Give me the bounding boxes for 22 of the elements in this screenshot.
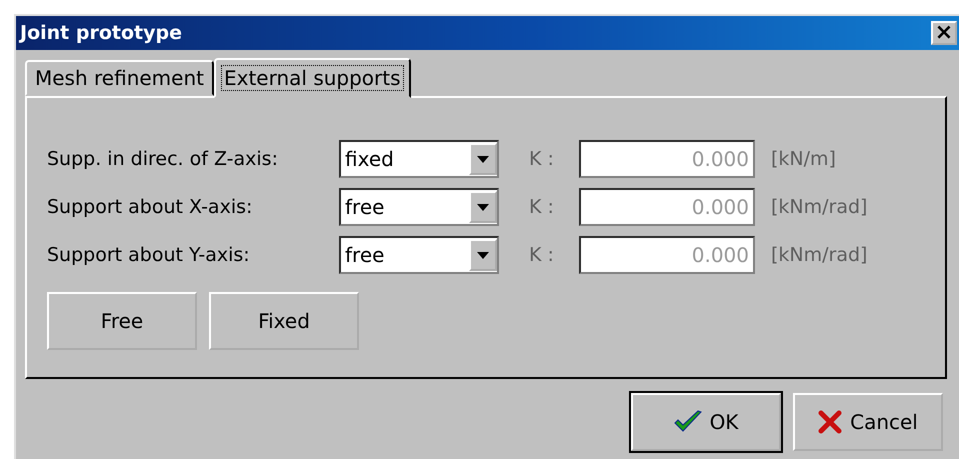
unit-label: [kN/m]	[771, 148, 836, 170]
dropdown-arrow-icon	[477, 252, 489, 258]
support-label: Supp. in direc. of Z-axis:	[47, 148, 279, 170]
stiffness-label: K :	[529, 148, 555, 170]
support-label: Support about X-axis:	[47, 196, 254, 218]
checkmark-icon	[674, 410, 702, 434]
unit-label: [kNm/rad]	[771, 244, 868, 266]
stiffness-label: K :	[529, 244, 555, 266]
tab[interactable]: Mesh refinement	[25, 60, 214, 96]
tab[interactable]: External supports	[214, 58, 411, 98]
dropdown-arrow-icon	[477, 204, 489, 210]
cross-icon	[818, 410, 842, 434]
ok-button[interactable]: OK	[631, 393, 781, 451]
unit-label: [kNm/rad]	[771, 196, 868, 218]
cancel-button[interactable]: Cancel	[793, 393, 943, 451]
dropdown-arrow-icon	[477, 156, 489, 162]
support-label: Support about Y-axis:	[47, 244, 251, 266]
preset-button[interactable]: Free	[47, 292, 197, 350]
close-button[interactable]: ×	[931, 21, 957, 45]
window-title: Joint prototype	[20, 22, 182, 44]
preset-button[interactable]: Fixed	[209, 292, 359, 350]
stiffness-label: K :	[529, 196, 555, 218]
